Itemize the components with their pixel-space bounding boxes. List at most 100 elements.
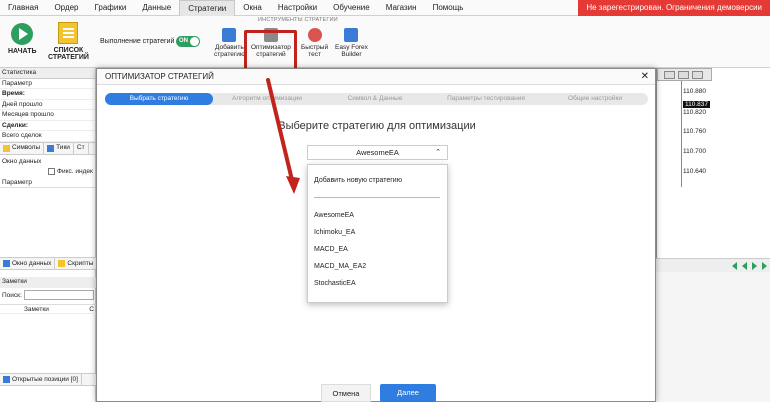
step-test-parameters[interactable]: Параметры тестирования — [431, 93, 541, 105]
add-label-1: Добавить — [214, 44, 244, 51]
menu-order[interactable]: Ордер — [46, 0, 86, 16]
menu-bar: Главная Ордер Графики Данные Стратегии О… — [0, 0, 770, 16]
play-icon — [11, 23, 34, 45]
tab-scripts-label: Скрипты — [67, 259, 94, 267]
start-button[interactable]: НАЧАТЬ — [8, 23, 37, 55]
price-axis — [681, 81, 682, 187]
fix-index-checkbox[interactable] — [48, 167, 55, 175]
menu-data[interactable]: Данные — [134, 0, 179, 16]
add-new-strategy-option[interactable]: Добавить новую стратегию — [314, 177, 402, 184]
menu-settings[interactable]: Настройки — [270, 0, 325, 16]
list-icon — [58, 22, 79, 44]
tab-data-window-label: Окно данных — [12, 259, 52, 267]
strategy-option[interactable]: StochasticEA — [314, 280, 356, 287]
statistics-title: Статистика — [0, 68, 95, 79]
scripts-icon — [58, 260, 66, 267]
start-label: НАЧАТЬ — [8, 48, 37, 55]
price-label: 110.700 — [683, 148, 707, 155]
price-label: 110.640 — [683, 168, 707, 175]
step-general-settings[interactable]: Общие настройки — [545, 93, 645, 105]
cancel-button[interactable]: Отмена — [321, 384, 371, 402]
easy-label-1: Easy Forex — [335, 44, 368, 51]
menu-charts[interactable]: Графики — [87, 0, 135, 16]
add-strategy-icon — [222, 28, 237, 42]
easy-label-2: Builder — [341, 51, 362, 58]
list-label-1: СПИСОК — [53, 47, 84, 54]
notes-column-header-2: С — [89, 305, 94, 313]
data-script-tabs: Окно данных Скрипты — [0, 257, 98, 270]
strategy-option[interactable]: MACD_MA_EA2 — [314, 263, 366, 270]
fast-label-1: Быстрый — [301, 44, 329, 51]
stopwatch-icon — [307, 28, 322, 42]
strategy-option[interactable]: Ichimoku_EA — [314, 229, 355, 236]
menu-windows[interactable]: Окна — [235, 0, 270, 16]
step-symbol-data[interactable]: Символ & Данные — [325, 93, 425, 105]
symbols-icon — [3, 144, 10, 152]
close-icon[interactable]: ✕ — [641, 69, 649, 85]
restore-icon[interactable] — [678, 71, 689, 79]
stat-row: Всего сделок — [0, 131, 95, 142]
builder-icon — [344, 28, 359, 42]
easy-forex-builder-button[interactable]: Easy Forex Builder — [335, 28, 368, 58]
add-strategy-button[interactable]: Добавить стратегию — [214, 28, 245, 58]
nav-next-icon[interactable] — [752, 262, 757, 270]
list-label-2: СТРАТЕГИЙ — [48, 54, 89, 61]
price-chart[interactable]: 110.880 110.837 110.820 110.760 110.700 … — [656, 68, 770, 258]
data-window-label: Окно данных — [2, 157, 42, 165]
stat-row: Дней прошло — [0, 100, 95, 110]
notes-search-row: Поиск: — [0, 288, 96, 304]
menu-help[interactable]: Помощь — [425, 0, 472, 16]
tab-ticks-label: Тики — [56, 144, 70, 151]
next-button[interactable]: Далее — [380, 384, 436, 402]
tab-data-window[interactable]: Окно данных — [0, 258, 56, 269]
nav-prev-icon[interactable] — [742, 262, 747, 270]
tools-group-label: ИНСТРУМЕНТЫ СТРАТЕГИИ — [258, 17, 338, 23]
param-header: Параметр — [0, 178, 95, 188]
right-lower-panel — [656, 272, 770, 402]
tab-scripts[interactable]: Скрипты — [55, 258, 98, 269]
menu-strategies[interactable]: Стратегии — [179, 0, 236, 16]
tab-open-positions[interactable]: Открытые позиции [0] — [0, 374, 82, 385]
strategy-execution-toggle[interactable]: ON — [176, 36, 200, 47]
strategy-option[interactable]: AwesomeEA — [314, 212, 354, 219]
strategy-select[interactable]: AwesomeEA ⌃ — [307, 145, 448, 160]
stat-row: Месяцев прошло — [0, 110, 95, 121]
minimize-icon[interactable] — [664, 71, 675, 79]
open-positions-tabs: Открытые позиции [0] — [0, 373, 96, 386]
step-optimization-algorithm[interactable]: Алгоритм оптимизации — [217, 93, 317, 105]
menu-store[interactable]: Магазин — [378, 0, 425, 16]
tab-ticks[interactable]: Тики — [44, 142, 74, 154]
fast-test-button[interactable]: Быстрый тест — [301, 28, 328, 58]
fast-label-2: тест — [308, 51, 321, 58]
fix-index-label: Фикс. индек — [57, 168, 93, 175]
ticks-icon — [47, 144, 55, 152]
strategy-execution-label: Выполнение стратегий — [100, 38, 175, 45]
strategy-dropdown: Добавить новую стратегию AwesomeEA Ichim… — [307, 164, 448, 303]
menu-home[interactable]: Главная — [0, 0, 46, 16]
strategy-select-value: AwesomeEA — [356, 148, 399, 157]
notes-search-input[interactable] — [23, 289, 94, 300]
price-label: 110.880 — [683, 88, 707, 95]
tab-other[interactable]: Ст — [74, 142, 89, 154]
price-label: 110.820 — [683, 109, 707, 116]
dialog-title: ОПТИМИЗАТОР СТРАТЕГИЙ — [105, 72, 214, 81]
menu-learning[interactable]: Обучение — [325, 0, 378, 16]
add-label-2: стратегию — [214, 51, 245, 58]
demo-warning-badge[interactable]: Не зарегестрирован. Ограничения демоверс… — [578, 0, 770, 16]
strategy-list-button[interactable]: СПИСОК СТРАТЕГИЙ — [48, 22, 89, 61]
tab-open-positions-label: Открытые позиции [0] — [12, 375, 78, 383]
notes-title: Заметки — [0, 277, 96, 288]
step-select-strategy[interactable]: Выбрать стратегию — [105, 93, 213, 105]
nav-last-icon[interactable] — [762, 262, 767, 270]
tab-symbols[interactable]: Символы — [0, 142, 45, 154]
close-icon[interactable] — [692, 71, 703, 79]
stat-row: Время: — [0, 89, 95, 100]
dialog-titlebar: ОПТИМИЗАТОР СТРАТЕГИЙ ✕ — [97, 69, 655, 85]
tab-other-label: Ст — [76, 144, 85, 151]
stat-row: Сделки: — [0, 121, 95, 131]
strategy-option[interactable]: MACD_EA — [314, 246, 348, 253]
tab-symbols-label: Символы — [12, 144, 41, 151]
nav-first-icon[interactable] — [732, 262, 737, 270]
positions-icon — [3, 376, 10, 383]
chart-nav-strip — [656, 258, 770, 272]
